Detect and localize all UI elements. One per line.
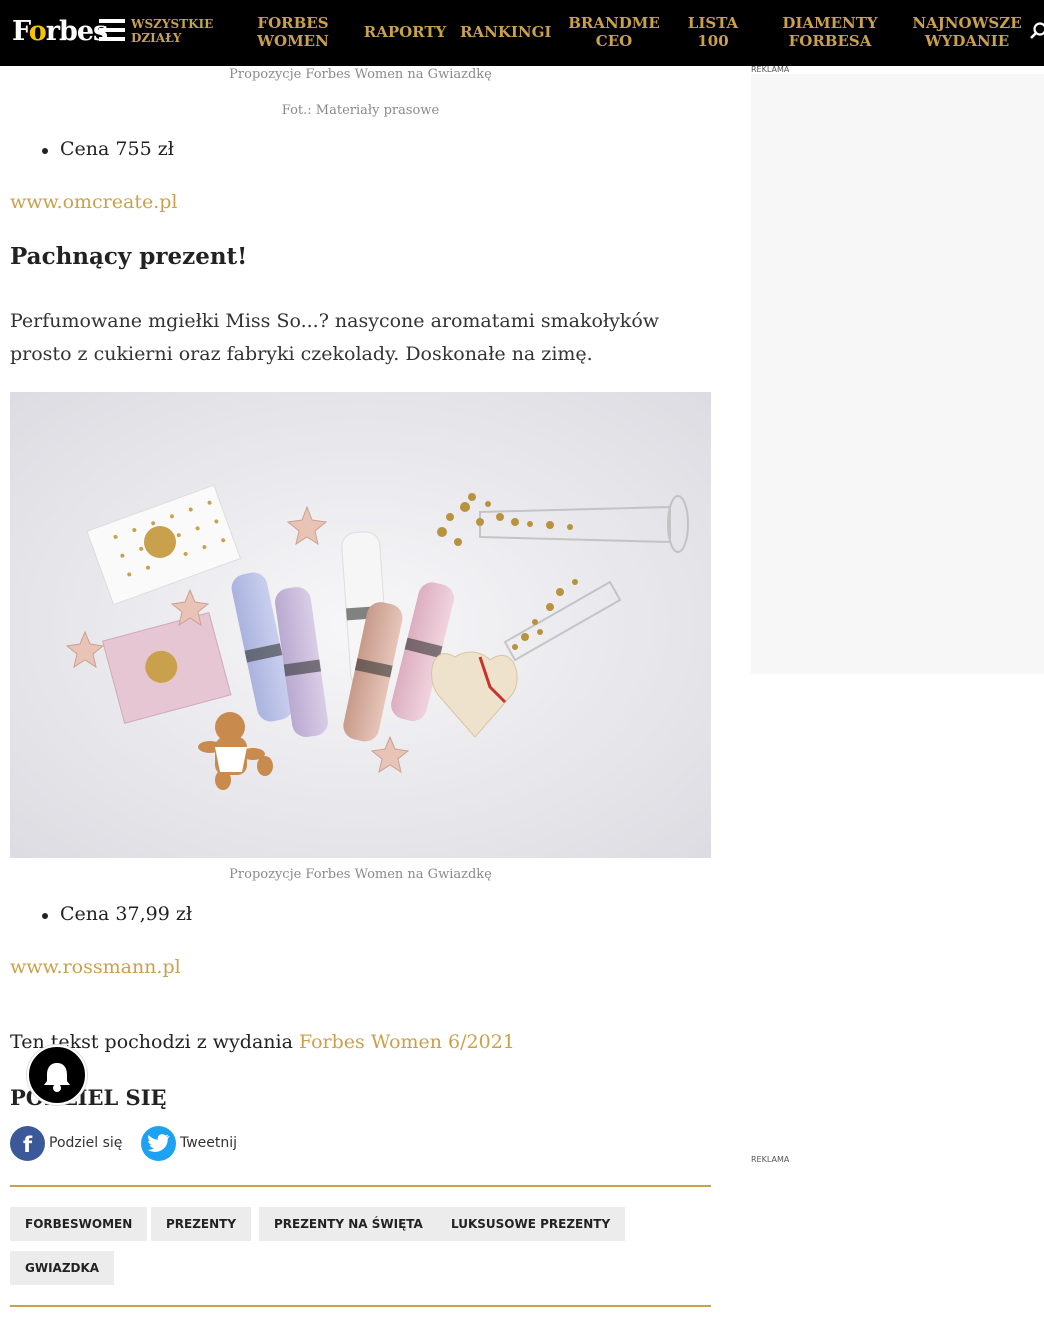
twitter-share-label: Tweetnij	[180, 1135, 238, 1151]
photo-credit: Fot.: Materiały prasowe	[281, 103, 440, 118]
product-photo	[10, 392, 711, 858]
nav-najnowsze-wydanie[interactable]: NAJNOWSZE WYDANIE	[912, 14, 1022, 50]
nav-lista-100[interactable]: LISTA 100	[683, 14, 743, 50]
ad-label-2: REKLAMA	[751, 1155, 790, 1164]
price-item: Cena 755 zł	[42, 138, 174, 160]
facebook-icon: f	[10, 1125, 45, 1161]
article-paragraph: Perfumowane mgiełki Miss So...? nasycone…	[10, 310, 660, 365]
issue-source: Ten tekst pochodzi z wydania Forbes Wome…	[10, 1031, 515, 1053]
ad-slot[interactable]	[751, 74, 1044, 674]
rossmann-link[interactable]: www.rossmann.pl	[10, 956, 181, 978]
issue-link[interactable]: Forbes Women 6/2021	[299, 1031, 515, 1053]
divider-bottom	[10, 1305, 711, 1307]
nav-brandme-ceo[interactable]: BRANDME CEO	[568, 14, 660, 50]
notification-bell-button[interactable]	[27, 1045, 87, 1105]
nav-raporty[interactable]: RAPORTY	[362, 23, 448, 41]
search-icon[interactable]	[1030, 22, 1044, 40]
omcreate-link[interactable]: www.omcreate.pl	[10, 191, 177, 213]
image-caption-2: Propozycje Forbes Women na Gwiazdkę	[229, 867, 492, 882]
divider	[10, 1185, 711, 1187]
tag-luksusowe-prezenty[interactable]: LUKSUSOWE PREZENTY	[436, 1207, 626, 1241]
image-caption: Propozycje Forbes Women na Gwiazdkę	[229, 67, 492, 82]
nav-diamenty-forbesa[interactable]: DIAMENTY FORBESA	[778, 14, 882, 50]
section-heading: Pachnący prezent!	[10, 243, 248, 270]
nav-rankingi[interactable]: RANKINGI	[460, 23, 551, 41]
nav-forbes-women[interactable]: FORBES WOMEN	[253, 14, 333, 50]
twitter-share-button[interactable]: Tweetnij	[141, 1125, 237, 1161]
tag-prezenty[interactable]: PREZENTY	[151, 1207, 252, 1241]
bell-icon	[44, 1063, 70, 1092]
svg-text:f: f	[23, 1133, 33, 1157]
top-navigation-bar: Forbes WSZYSTKIE DZIAŁY FORBES WOMEN RAP…	[0, 0, 1044, 66]
all-sections-link[interactable]: WSZYSTKIE DZIAŁY	[131, 17, 213, 45]
twitter-icon	[141, 1125, 176, 1161]
forbes-logo[interactable]: Forbes	[12, 16, 108, 47]
tag-prezenty-na-swieta[interactable]: PREZENTY NA ŚWIĘTA	[259, 1207, 438, 1241]
facebook-share-button[interactable]: f Podziel się	[10, 1125, 122, 1161]
ad-label: REKLAMA	[751, 65, 790, 74]
price-item-2: Cena 37,99 zł	[42, 903, 192, 925]
facebook-share-label: Podziel się	[49, 1135, 123, 1151]
tag-gwiazdka[interactable]: GWIAZDKA	[10, 1251, 115, 1285]
menu-icon[interactable]	[99, 19, 125, 43]
tag-forbeswomen[interactable]: FORBESWOMEN	[10, 1207, 148, 1241]
